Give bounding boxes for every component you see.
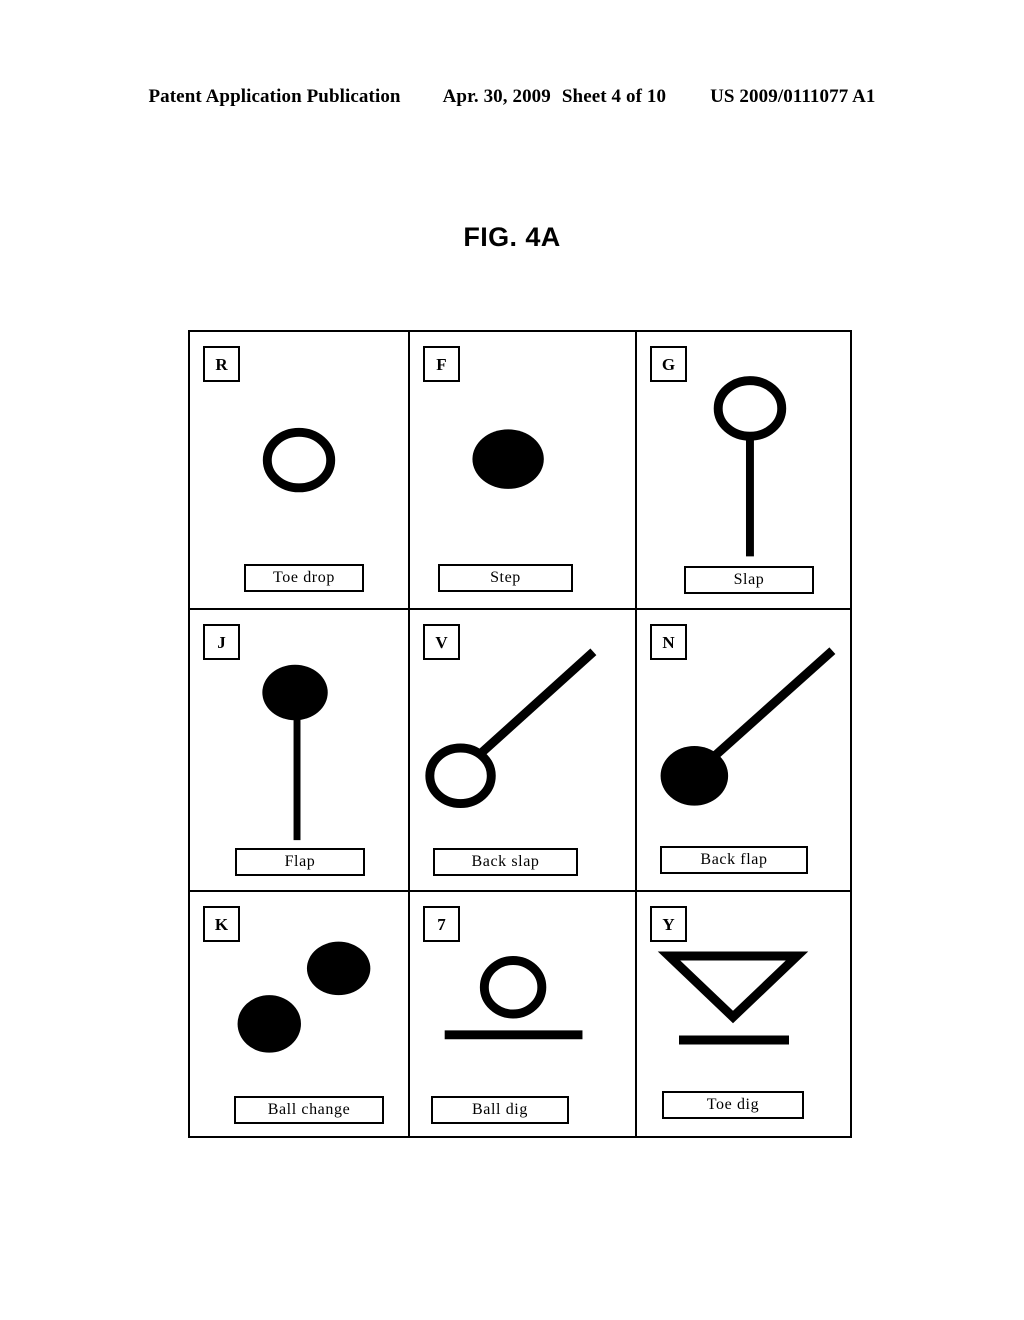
figure-title: FIG. 4A [463, 222, 561, 252]
header-sheet-text: Sheet 4 of 10 [561, 86, 667, 107]
key-box-j: J [203, 624, 240, 660]
header-publication-text: Patent Application Publication [148, 86, 401, 107]
key-box-f: F [423, 346, 460, 382]
symbol-label-text: Flap [284, 853, 316, 870]
key-box-v: V [423, 624, 460, 660]
key-letter: 7 [437, 914, 446, 934]
key-letter: G [661, 354, 676, 374]
symbol-label-text: Toe drop [273, 569, 335, 586]
symbol-label-text: Ball change [267, 1101, 351, 1118]
key-letter: V [435, 632, 448, 652]
symbol-cell-toe-drop: R Toe drop [190, 332, 410, 610]
symbol-cell-back-flap: N Back flap [637, 610, 852, 892]
symbol-label-box: Slap [684, 566, 814, 594]
symbol-label-box: Flap [235, 848, 365, 876]
symbol-label-box: Ball change [234, 1096, 384, 1124]
key-letter: J [217, 632, 226, 652]
symbol-label-text: Back flap [700, 851, 768, 868]
symbol-cell-slap: G Slap [637, 332, 852, 610]
symbol-cell-toe-dig: Y Toe dig [637, 892, 852, 1138]
symbol-label-box: Toe drop [244, 564, 364, 592]
key-letter: R [215, 354, 228, 374]
symbol-label-box: Step [438, 564, 573, 592]
symbol-label-text: Slap [733, 571, 765, 588]
symbol-label-text: Toe dig [706, 1096, 760, 1113]
symbol-label-text: Step [490, 569, 521, 586]
symbol-cell-ball-dig: 7 Ball dig [410, 892, 637, 1138]
key-letter: N [662, 632, 675, 652]
symbol-cell-flap: J Flap [190, 610, 410, 892]
key-box-k: K [203, 906, 240, 942]
key-box-7: 7 [423, 906, 460, 942]
symbol-cell-step: F Step [410, 332, 637, 610]
header-patent-number: US 2009/0111077 A1 [710, 86, 876, 107]
symbol-label-box: Back flap [660, 846, 808, 874]
key-box-y: Y [650, 906, 687, 942]
key-box-r: R [203, 346, 240, 382]
symbol-grid: R Toe drop F Step G Slap J Flap V Back s… [188, 330, 852, 1138]
symbol-label-box: Back slap [433, 848, 578, 876]
symbol-label-box: Ball dig [431, 1096, 569, 1124]
key-letter: K [214, 914, 229, 934]
key-letter: Y [662, 914, 675, 934]
symbol-cell-ball-change: K Ball change [190, 892, 410, 1138]
key-box-n: N [650, 624, 687, 660]
symbol-label-text: Ball dig [472, 1101, 528, 1118]
page-header: Patent Application Publication Apr. 30, … [0, 86, 1024, 108]
symbol-label-text: Back slap [471, 853, 540, 870]
symbol-cell-back-slap: V Back slap [410, 610, 637, 892]
key-letter: F [436, 354, 447, 374]
header-date-text: Apr. 30, 2009 [442, 86, 551, 107]
key-box-g: G [650, 346, 687, 382]
symbol-label-box: Toe dig [662, 1091, 804, 1119]
